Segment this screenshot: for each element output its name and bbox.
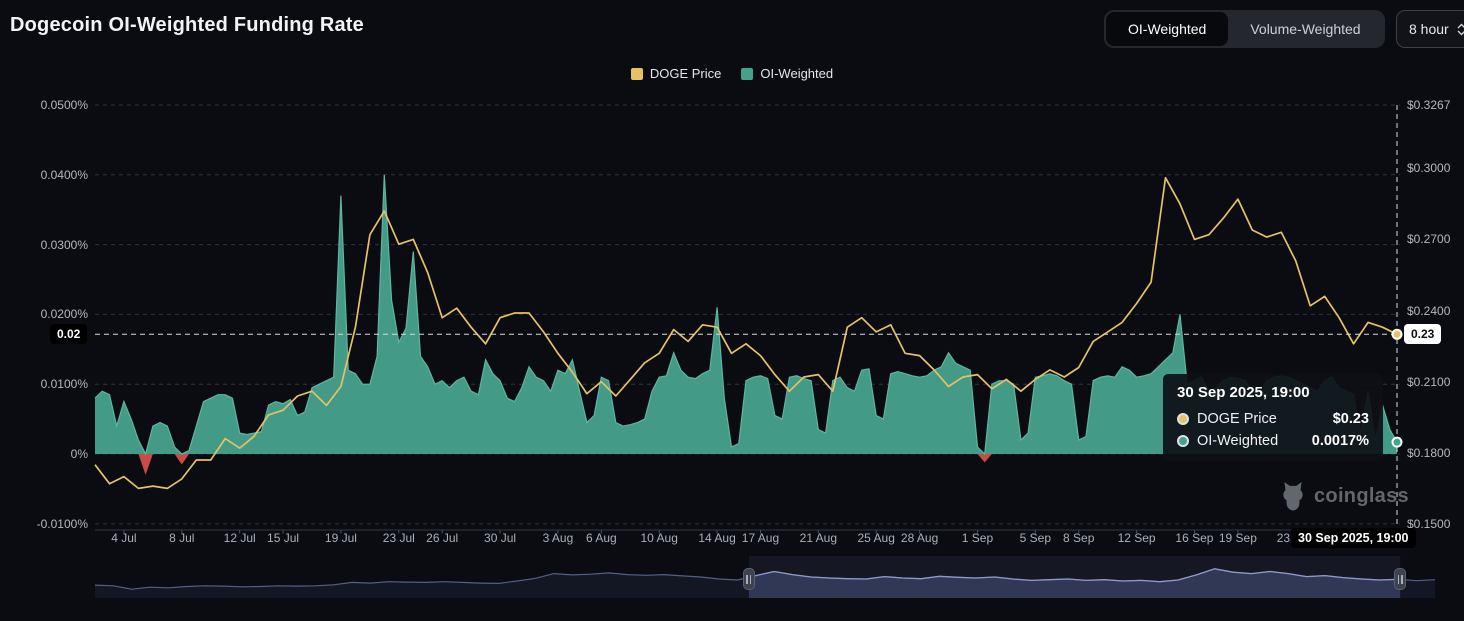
right-axis-tick: $0.2400 xyxy=(1407,304,1450,318)
tooltip-label: OI-Weighted xyxy=(1197,433,1278,449)
x-axis-label: 16 Sep xyxy=(1175,531,1213,545)
main-chart-plot[interactable] xyxy=(0,0,1464,621)
doge-price-dot-icon xyxy=(1177,413,1189,425)
x-axis-label: 17 Aug xyxy=(742,531,779,545)
x-axis-label: 5 Sep xyxy=(1020,531,1051,545)
left-axis-tick: 0.0500% xyxy=(0,98,88,112)
right-axis-tick: $0.1800 xyxy=(1407,446,1450,460)
left-axis-tick: 0.0300% xyxy=(0,238,88,252)
x-axis-label: 19 Sep xyxy=(1219,531,1257,545)
tooltip-date: 30 Sep 2025, 19:00 xyxy=(1177,384,1369,401)
left-axis-tick: 0.0400% xyxy=(0,168,88,182)
x-axis-label: 4 Jul xyxy=(111,531,136,545)
x-axis-label: 10 Aug xyxy=(641,531,678,545)
x-axis-label: 3 Aug xyxy=(543,531,574,545)
watermark-text: coinglass xyxy=(1314,485,1409,508)
x-axis-label: 12 Jul xyxy=(224,531,256,545)
crosshair-right-badge: 0.23 xyxy=(1404,324,1441,344)
price-marker-dot xyxy=(1393,330,1402,339)
tooltip-row-doge-price: DOGE Price $0.23 xyxy=(1177,411,1369,427)
x-axis-label: 21 Aug xyxy=(800,531,837,545)
x-axis-label: 8 Jul xyxy=(169,531,194,545)
x-axis-label: 1 Sep xyxy=(962,531,993,545)
right-axis-tick: $0.3267 xyxy=(1407,98,1450,112)
x-axis-label: 19 Jul xyxy=(325,531,357,545)
coinglass-logo-icon xyxy=(1280,481,1306,511)
left-axis-tick: 0.0200% xyxy=(0,307,88,321)
tooltip-label: DOGE Price xyxy=(1197,411,1277,427)
navigator-left-handle[interactable] xyxy=(743,568,755,590)
funding-marker-dot xyxy=(1393,438,1402,447)
crosshair-date-badge: 30 Sep 2025, 19:00 xyxy=(1291,528,1416,548)
x-axis-label: 26 Jul xyxy=(426,531,458,545)
oi-weighted-dot-icon xyxy=(1177,435,1189,447)
left-axis-tick: 0% xyxy=(0,447,88,461)
tooltip-row-oi-weighted: OI-Weighted 0.0017% xyxy=(1177,433,1369,449)
x-axis-label: 6 Aug xyxy=(586,531,617,545)
x-axis-label: 28 Aug xyxy=(901,531,938,545)
left-axis-tick: -0.0100% xyxy=(0,517,88,531)
right-axis-tick: $0.2100 xyxy=(1407,375,1450,389)
x-axis-label: 30 Jul xyxy=(484,531,516,545)
tooltip: 30 Sep 2025, 19:00 DOGE Price $0.23 OI-W… xyxy=(1163,374,1383,461)
tooltip-value: 0.0017% xyxy=(1312,433,1369,449)
navigator-right-handle[interactable] xyxy=(1394,568,1406,590)
tooltip-value: $0.23 xyxy=(1333,411,1369,427)
left-axis-tick: 0.0100% xyxy=(0,377,88,391)
x-axis-label: 8 Sep xyxy=(1063,531,1094,545)
x-axis-label: 12 Sep xyxy=(1118,531,1156,545)
x-axis-label: 15 Jul xyxy=(267,531,299,545)
x-axis-label: 14 Aug xyxy=(698,531,735,545)
x-axis-label: 25 Aug xyxy=(858,531,895,545)
x-axis-label: 23 Jul xyxy=(383,531,415,545)
right-axis-tick: $0.2700 xyxy=(1407,232,1450,246)
coinglass-watermark: coinglass xyxy=(1280,481,1409,511)
right-axis-tick: $0.3000 xyxy=(1407,161,1450,175)
crosshair-left-badge: 0.02 xyxy=(50,324,87,344)
